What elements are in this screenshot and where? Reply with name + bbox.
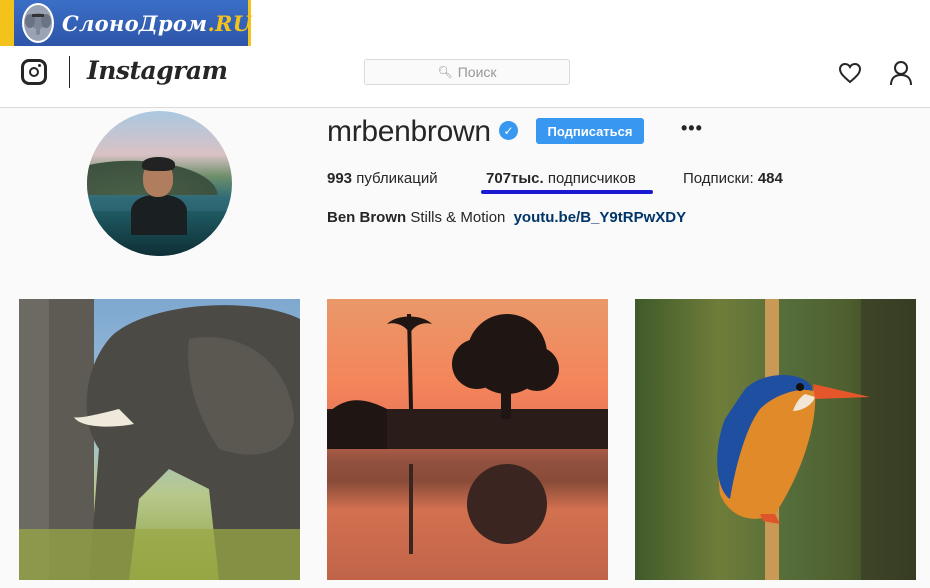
followers-stat[interactable]: 707тыс. подписчиков: [486, 170, 636, 187]
elephant-image: [19, 299, 300, 580]
instagram-wordmark[interactable]: Instagram: [87, 56, 228, 85]
site-watermark-banner: СлоноДром.RU: [0, 0, 251, 46]
posts-count: 993: [327, 170, 353, 187]
more-options-icon[interactable]: •••: [681, 118, 703, 139]
following-count: 484: [757, 170, 783, 187]
banner-title: СлоноДром.RU: [62, 11, 251, 36]
nav-divider: [69, 56, 70, 88]
followers-label: подписчиков: [547, 170, 636, 187]
profile-avatar[interactable]: [87, 111, 232, 256]
posts-count-stat: 993 публикаций: [327, 170, 438, 187]
user-icon[interactable]: [889, 60, 913, 86]
bio-text: Stills & Motion: [410, 209, 506, 226]
banner-brand-suffix: .RU: [207, 10, 252, 36]
followers-count: 707тыс.: [486, 170, 544, 187]
post-thumbnail-elephant[interactable]: [19, 299, 300, 580]
profile-bio: Ben Brown Stills & Motion youtu.be/B_Y9t…: [327, 209, 686, 226]
search-placeholder: Поиск: [457, 64, 497, 80]
posts-label: публикаций: [356, 170, 438, 187]
elephant-mascot-icon: [22, 3, 54, 43]
kingfisher-image: [717, 299, 916, 580]
instagram-camera-icon[interactable]: [21, 59, 47, 85]
heart-icon[interactable]: [838, 62, 862, 84]
follow-button[interactable]: Подписаться: [536, 118, 644, 144]
avatar-person-body: [131, 195, 187, 235]
bio-name: Ben Brown: [327, 209, 407, 226]
bio-link[interactable]: youtu.be/B_Y9tRPwXDY: [514, 209, 687, 226]
search-input[interactable]: 🔍︎ Поиск: [364, 59, 570, 85]
post-thumbnail-sunset[interactable]: [327, 299, 608, 580]
banner-stripe: [0, 0, 14, 46]
following-stat[interactable]: Подписки: 484: [683, 170, 783, 187]
banner-brand-main: СлоноДром: [62, 10, 208, 36]
followers-highlight-underline: [481, 190, 653, 194]
sunset-image: [327, 314, 608, 580]
avatar-person-hair: [142, 157, 175, 171]
search-icon: 🔍︎: [437, 65, 453, 79]
profile-username: mrbenbrown: [327, 115, 491, 148]
post-thumbnail-kingfisher[interactable]: [635, 299, 916, 580]
following-label: Подписки:: [683, 170, 754, 187]
verified-badge-icon: ✓: [499, 121, 518, 140]
